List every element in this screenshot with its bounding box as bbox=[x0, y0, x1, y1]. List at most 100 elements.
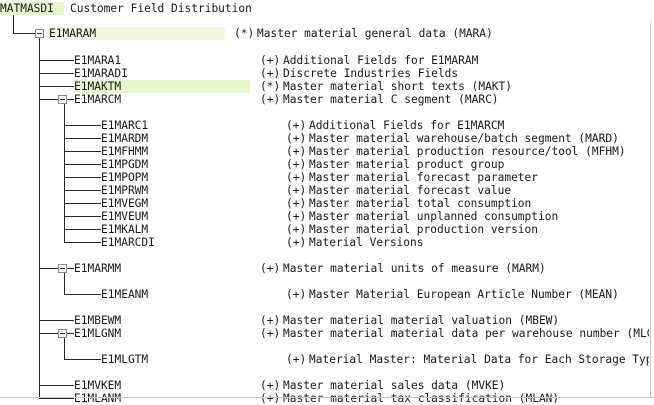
status-marker: (+) bbox=[286, 145, 307, 158]
tree-node-e1marcm[interactable]: E1MARCM (+) Master material C segment (M… bbox=[0, 93, 654, 106]
segment-name[interactable]: E1MARCM bbox=[74, 93, 250, 106]
segment-name[interactable]: E1MARA1 bbox=[74, 54, 250, 67]
collapse-minus-icon[interactable] bbox=[58, 95, 67, 104]
tree-node-e1maram[interactable]: E1MARAM (*) Master material general data… bbox=[0, 27, 654, 40]
collapse-minus-icon[interactable] bbox=[35, 29, 44, 38]
segment-name[interactable]: E1MVKEM bbox=[74, 379, 250, 392]
segment-description: Master material units of measure (MARM) bbox=[283, 262, 546, 275]
status-marker: (+) bbox=[260, 262, 281, 275]
segment-name[interactable]: E1MLGNM bbox=[74, 327, 250, 340]
segment-description: Master material warehouse/batch segment … bbox=[309, 132, 619, 145]
segment-name[interactable]: E1MPRWM bbox=[101, 184, 277, 197]
status-marker: (+) bbox=[286, 132, 307, 145]
tree-connector bbox=[39, 86, 74, 87]
status-marker: (*) bbox=[260, 80, 281, 93]
tree-node-e1maktm[interactable]: E1MAKTM (*) Master material short texts … bbox=[0, 80, 654, 93]
tree-connector bbox=[64, 190, 101, 191]
tree-node-e1mlgnm[interactable]: E1MLGNM (+) Master material material dat… bbox=[0, 327, 654, 340]
status-marker: (+) bbox=[286, 171, 307, 184]
status-marker: (+) bbox=[286, 158, 307, 171]
segment-description: Master material total consumption bbox=[309, 197, 532, 210]
segment-name[interactable]: E1MARCDI bbox=[101, 236, 277, 249]
segment-name[interactable]: E1MPGDM bbox=[101, 158, 277, 171]
tree-node-e1mara1[interactable]: E1MARA1 (+) Additional Fields for E1MARA… bbox=[0, 54, 654, 67]
tree-connector bbox=[39, 73, 74, 74]
segment-name[interactable]: E1MBEWM bbox=[74, 314, 250, 327]
status-marker: (*) bbox=[234, 27, 255, 40]
segment-description: Master material product group bbox=[309, 158, 505, 171]
segment-name[interactable]: E1MARMM bbox=[74, 262, 250, 275]
header-title: Customer Field Distribution bbox=[70, 2, 252, 15]
status-marker: (+) bbox=[286, 353, 307, 366]
tree-connector bbox=[64, 294, 101, 295]
segment-name[interactable]: E1MKALM bbox=[101, 223, 277, 236]
segment-description: Master material C segment (MARC) bbox=[283, 93, 499, 106]
tree-connector bbox=[64, 359, 101, 360]
tree-connector bbox=[39, 320, 74, 321]
tree-connector bbox=[67, 333, 74, 334]
segment-name[interactable]: E1MARAM bbox=[48, 27, 225, 40]
segment-name[interactable]: E1MARDM bbox=[101, 132, 277, 145]
tree-connector bbox=[64, 338, 65, 359]
segment-name[interactable]: E1MVEGM bbox=[101, 197, 277, 210]
segment-name[interactable]: E1MAKTM bbox=[74, 80, 250, 93]
tree-node-e1mbewm[interactable]: E1MBEWM (+) Master material material val… bbox=[0, 314, 654, 327]
segment-description: Master material forecast value bbox=[309, 184, 512, 197]
tree-connector bbox=[64, 151, 101, 152]
segment-name[interactable]: E1MLANM bbox=[74, 392, 250, 405]
status-marker: (+) bbox=[286, 119, 307, 132]
segment-description: Master material tax classification (MLAN… bbox=[283, 392, 560, 405]
tree-node-e1mvkem[interactable]: E1MVKEM (+) Master material sales data (… bbox=[0, 379, 654, 392]
tree-connector bbox=[64, 273, 65, 294]
tree-connector bbox=[39, 398, 74, 399]
tree-connector bbox=[64, 164, 101, 165]
segment-name[interactable]: E1MEANM bbox=[101, 288, 277, 301]
segment-name[interactable]: E1MVEUM bbox=[101, 210, 277, 223]
tree-connector bbox=[64, 229, 101, 230]
tree-connector bbox=[67, 99, 74, 100]
tree-connector bbox=[13, 15, 14, 33]
status-marker: (+) bbox=[260, 314, 281, 327]
tree-connector bbox=[39, 38, 40, 399]
segment-description: Master material forecast parameter bbox=[309, 171, 539, 184]
tree-node-e1maradi[interactable]: E1MARADI (+) Discrete Industries Fields bbox=[0, 67, 654, 80]
segment-description: Material Versions bbox=[309, 236, 424, 249]
tree-connector bbox=[39, 60, 74, 61]
tree-connector bbox=[13, 33, 35, 34]
segment-name[interactable]: E1MARADI bbox=[74, 67, 250, 80]
segment-description: Master material material valuation (MBEW… bbox=[283, 314, 560, 327]
status-marker: (+) bbox=[260, 67, 281, 80]
tree-node-e1mlanm[interactable]: E1MLANM (+) Master material tax classifi… bbox=[0, 392, 654, 405]
tree-connector bbox=[64, 242, 101, 243]
segment-tree: MATMASDI Customer Field Distribution E1M… bbox=[0, 0, 654, 405]
frame-border bbox=[650, 22, 651, 397]
status-marker: (+) bbox=[260, 327, 281, 340]
tree-connector bbox=[64, 138, 101, 139]
segment-description: Master material short texts (MAKT) bbox=[283, 80, 513, 93]
segment-description: Master material production version bbox=[309, 223, 539, 236]
segment-description: Master Material European Article Number … bbox=[309, 288, 619, 301]
tree-node-e1marmm[interactable]: E1MARMM (+) Master material units of mea… bbox=[0, 262, 654, 275]
collapse-minus-icon[interactable] bbox=[58, 329, 67, 338]
status-marker: (+) bbox=[286, 236, 307, 249]
segment-description: Master material sales data (MVKE) bbox=[283, 379, 506, 392]
status-marker: (+) bbox=[260, 392, 281, 405]
tree-connector bbox=[39, 99, 58, 100]
segment-description: Master material production resource/tool… bbox=[309, 145, 626, 158]
segment-name[interactable]: E1MPOPM bbox=[101, 171, 277, 184]
tree-connector bbox=[67, 268, 74, 269]
segment-description: Master material unplanned consumption bbox=[309, 210, 559, 223]
status-marker: (+) bbox=[260, 93, 281, 106]
header-row: MATMASDI Customer Field Distribution bbox=[0, 2, 654, 15]
segment-description: Additional Fields for E1MARAM bbox=[283, 54, 479, 67]
tree-connector bbox=[64, 177, 101, 178]
segment-name[interactable]: E1MARC1 bbox=[101, 119, 277, 132]
idoc-type-label[interactable]: MATMASDI bbox=[0, 2, 64, 15]
segment-name[interactable]: E1MLGTM bbox=[101, 353, 277, 366]
segment-name[interactable]: E1MFHMM bbox=[101, 145, 277, 158]
status-marker: (+) bbox=[286, 197, 307, 210]
tree-connector bbox=[64, 203, 101, 204]
tree-connector bbox=[64, 216, 101, 217]
status-marker: (+) bbox=[260, 54, 281, 67]
collapse-minus-icon[interactable] bbox=[58, 264, 67, 273]
